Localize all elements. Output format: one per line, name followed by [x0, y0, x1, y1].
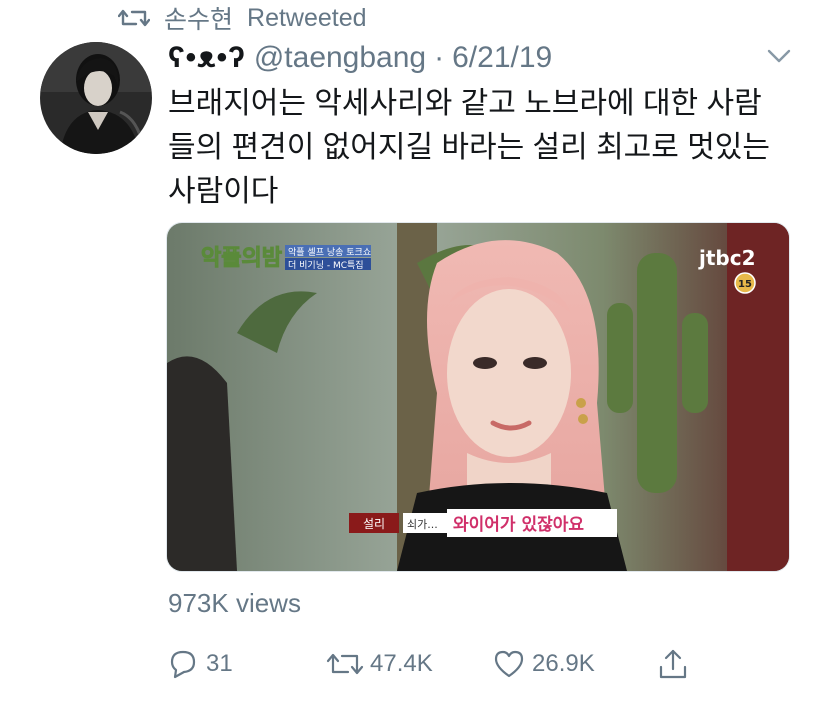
caption-main: 와이어가 있잖아요 [453, 515, 584, 535]
retweeter-name[interactable]: 손수현 [164, 0, 233, 36]
like-count: 26.9K [532, 650, 595, 677]
like-button[interactable]: 26.9K [492, 644, 595, 684]
retweet-count: 47.4K [370, 650, 433, 677]
share-icon [659, 649, 687, 679]
caption-name: 설리 [363, 517, 385, 531]
show-tag-top: 악플 셀프 낭송 토크쇼 [288, 246, 371, 258]
caption-prefix: 쇠가... [407, 518, 438, 531]
show-logo: 악플의밤 [201, 246, 282, 271]
chevron-down-icon[interactable] [766, 46, 792, 66]
tweet-text-line: 사람이다 [168, 175, 279, 208]
reply-button[interactable]: 31 [166, 644, 233, 684]
heart-icon [494, 650, 524, 678]
separator-dot: · [434, 41, 445, 74]
reply-count: 31 [206, 650, 233, 677]
tweet-header: ʕ•ᴥ•ʔ @taengbang · 6/21/19 [168, 36, 552, 80]
retweet-icon [326, 653, 364, 675]
tweet-date[interactable]: 6/21/19 [452, 41, 552, 75]
user-handle[interactable]: @taengbang [254, 41, 426, 75]
retweet-context: 손수현 Retweeted [118, 2, 367, 34]
view-count: 973K views [168, 588, 301, 618]
retweet-icon [118, 9, 150, 27]
reply-icon [170, 650, 196, 679]
tweet-text-line: 브래지어는 악세사리와 같고 노브라에 대한 사람 [168, 87, 762, 120]
channel-logo: jtbc2 [698, 246, 756, 270]
tweet-text-line: 들의 편견이 없어지길 바라는 설리 최고로 멋있는 [168, 131, 771, 164]
display-name[interactable]: ʕ•ᴥ•ʔ [168, 41, 246, 75]
tweet-actions: 31 47.4K 26.9K [166, 644, 726, 684]
retweet-button[interactable]: 47.4K [326, 644, 433, 684]
avatar[interactable] [40, 42, 152, 154]
share-button[interactable] [656, 644, 690, 684]
tweet-media-video[interactable]: 악플의밤 악플 셀프 낭송 토크쇼 더 비기닝 - MC특집 jtbc2 15 … [166, 222, 790, 572]
show-tag-bottom: 더 비기닝 - MC특집 [288, 259, 364, 271]
age-rating: 15 [738, 279, 752, 290]
retweeted-label: Retweeted [247, 3, 367, 32]
tweet-text: 브래지어는 악세사리와 같고 노브라에 대한 사람 들의 편견이 없어지길 바라… [168, 82, 788, 214]
